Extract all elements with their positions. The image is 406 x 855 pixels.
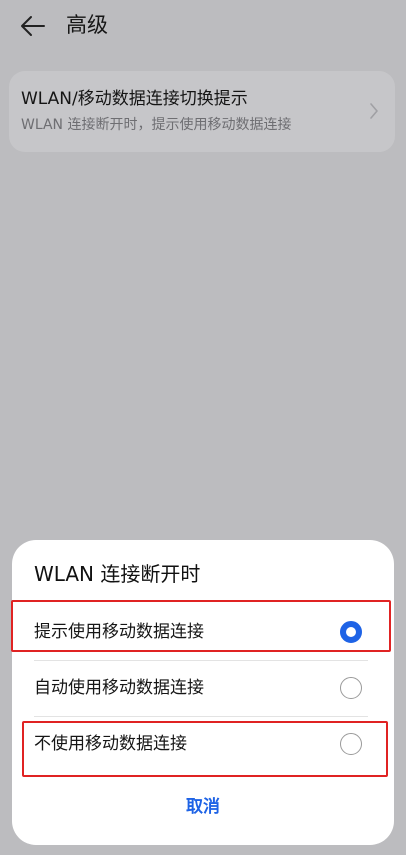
setting-subtitle: WLAN 连接断开时，提示使用移动数据连接 bbox=[21, 117, 292, 133]
setting-title: WLAN/移动数据连接切换提示 bbox=[21, 89, 248, 109]
cancel-button[interactable]: 取消 bbox=[132, 786, 274, 822]
dialog-title: WLAN 连接断开时 bbox=[34, 562, 201, 586]
chevron-right-icon bbox=[370, 103, 378, 119]
page-title: 高级 bbox=[66, 13, 108, 37]
arrow-left-icon bbox=[21, 16, 45, 36]
top-app-bar: 高级 bbox=[0, 0, 406, 52]
option-label: 自动使用移动数据连接 bbox=[34, 678, 204, 698]
option-auto-mobile-data[interactable]: 自动使用移动数据连接 bbox=[12, 660, 394, 716]
option-label: 提示使用移动数据连接 bbox=[34, 622, 204, 642]
radio-unselected[interactable] bbox=[340, 677, 362, 699]
radio-unselected[interactable] bbox=[340, 733, 362, 755]
option-no-mobile-data[interactable]: 不使用移动数据连接 bbox=[12, 716, 394, 772]
wlan-mobile-switch-setting[interactable]: WLAN/移动数据连接切换提示 WLAN 连接断开时，提示使用移动数据连接 bbox=[9, 71, 395, 152]
back-button[interactable] bbox=[18, 12, 48, 40]
radio-selected[interactable] bbox=[340, 621, 362, 643]
option-label: 不使用移动数据连接 bbox=[34, 734, 187, 754]
wlan-disconnect-dialog: WLAN 连接断开时 提示使用移动数据连接 自动使用移动数据连接 不使用移动数据… bbox=[12, 540, 394, 845]
option-prompt-mobile-data[interactable]: 提示使用移动数据连接 bbox=[12, 604, 394, 660]
